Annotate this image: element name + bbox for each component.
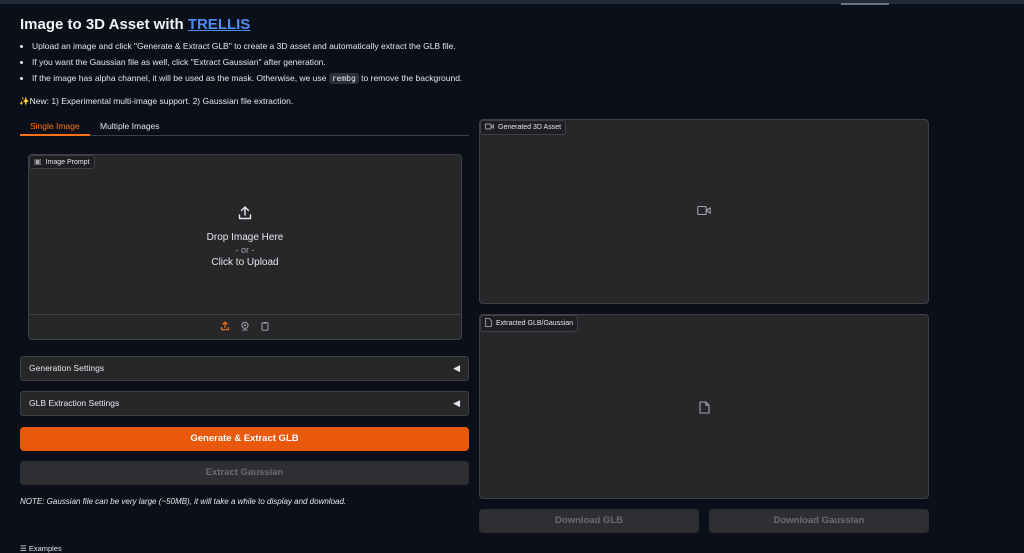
trellis-link[interactable]: TRELLIS	[188, 16, 251, 33]
video-placeholder-icon	[697, 205, 711, 219]
extract-gaussian-button[interactable]: Extract Gaussian	[20, 461, 469, 485]
input-tabs: Single Image Multiple Images	[20, 118, 469, 136]
generate-extract-glb-button[interactable]: Generate & Extract GLB	[20, 427, 469, 451]
title-text: Image to 3D Asset with	[20, 16, 188, 33]
glb-extraction-settings-accordion[interactable]: GLB Extraction Settings ◀	[20, 391, 469, 416]
instruction-text: If the image has alpha channel, it will …	[32, 73, 329, 83]
instructions-list: Upload an image and click "Generate & Ex…	[18, 38, 462, 87]
clipboard-icon[interactable]	[260, 318, 270, 336]
extracted-glb-gaussian-label-text: Extracted GLB/Gaussian	[496, 320, 574, 327]
image-prompt-label-text: Image Prompt	[45, 158, 90, 166]
examples-header[interactable]: ☰ Examples	[20, 544, 62, 553]
caret-left-icon: ◀	[453, 363, 460, 373]
extracted-glb-gaussian-label: Extracted GLB/Gaussian	[480, 315, 579, 332]
top-bar-indicator	[841, 3, 889, 5]
source-selector	[29, 314, 461, 339]
extracted-glb-gaussian-viewer[interactable]: Extracted GLB/Gaussian	[479, 314, 929, 499]
video-icon	[485, 123, 494, 132]
file-placeholder-icon	[699, 401, 710, 417]
generation-settings-label: Generation Settings	[29, 363, 105, 373]
page-title: Image to 3D Asset with TRELLIS	[20, 16, 250, 33]
generation-settings-accordion[interactable]: Generation Settings ◀	[20, 356, 469, 381]
drop-text: Drop Image Here	[206, 232, 284, 243]
instruction-item: If you want the Gaussian file as well, c…	[32, 54, 462, 70]
instruction-item: If the image has alpha channel, it will …	[32, 70, 462, 87]
generated-3d-asset-video: Generated 3D Asset	[479, 119, 929, 304]
download-gaussian-button[interactable]: Download Gaussian	[709, 509, 929, 533]
sparkles-icon: ✨	[19, 96, 30, 106]
image-prompt-upload[interactable]: ▣ Image Prompt Drop Image Here - or - Cl…	[28, 154, 462, 340]
gaussian-size-note: NOTE: Gaussian file can be very large (~…	[20, 497, 347, 506]
generated-3d-asset-label: Generated 3D Asset	[480, 120, 567, 135]
caret-left-icon: ◀	[453, 398, 460, 408]
instruction-text: to remove the background.	[358, 73, 463, 83]
examples-label: Examples	[28, 544, 62, 553]
upload-icon	[29, 205, 461, 226]
webcam-icon[interactable]	[240, 318, 250, 336]
tab-multiple-images[interactable]: Multiple Images	[90, 118, 170, 134]
tab-single-image[interactable]: Single Image	[20, 118, 90, 136]
news-line: ✨New: 1) Experimental multi-image suppor…	[19, 96, 293, 107]
glb-extraction-settings-label: GLB Extraction Settings	[29, 398, 120, 408]
news-text: New: 1) Experimental multi-image support…	[29, 96, 294, 106]
upload-source-icon[interactable]	[220, 318, 230, 336]
rembg-code: rembg	[328, 73, 359, 84]
file-icon	[485, 318, 492, 329]
image-icon: ▣	[34, 157, 42, 166]
generated-3d-asset-label-text: Generated 3D Asset	[498, 124, 562, 131]
list-icon: ☰	[20, 544, 27, 553]
instruction-item: Upload an image and click "Generate & Ex…	[32, 38, 462, 54]
or-text: - or -	[235, 245, 255, 255]
download-glb-button[interactable]: Download GLB	[479, 509, 699, 533]
click-to-upload-text: Click to Upload	[211, 257, 279, 268]
image-prompt-label: ▣ Image Prompt	[29, 155, 95, 169]
upload-dropzone[interactable]: Drop Image Here - or - Click to Upload	[29, 205, 461, 268]
